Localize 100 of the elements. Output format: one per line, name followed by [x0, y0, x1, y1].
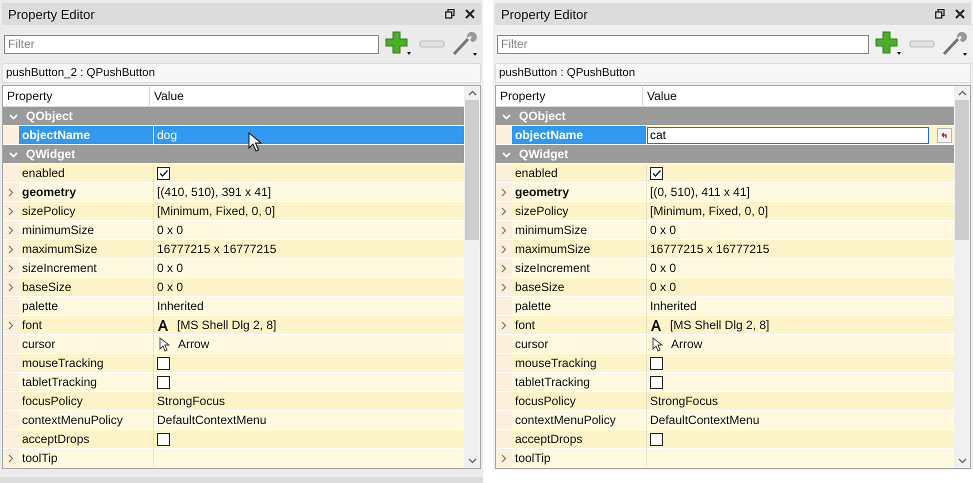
property-row[interactable]: focusPolicy StrongFocus: [3, 392, 464, 411]
property-name[interactable]: sizeIncrement: [512, 259, 647, 277]
property-name[interactable]: font: [19, 316, 154, 334]
chevron-icon[interactable]: [502, 112, 511, 120]
property-row[interactable]: contextMenuPolicy DefaultContextMenu: [496, 411, 954, 430]
property-name[interactable]: sizePolicy: [512, 202, 647, 220]
property-row[interactable]: geometry [(0, 510), 411 x 41]: [496, 183, 954, 202]
scroll-up-icon[interactable]: [958, 90, 966, 96]
column-header[interactable]: Value: [643, 86, 677, 106]
scroll-down-icon[interactable]: [958, 458, 966, 464]
property-name[interactable]: mouseTracking: [512, 354, 647, 372]
property-row[interactable]: cursor Arrow: [496, 335, 954, 354]
wrench-icon[interactable]: [941, 30, 969, 58]
property-row[interactable]: contextMenuPolicy DefaultContextMenu: [3, 411, 464, 430]
property-name[interactable]: acceptDrops: [512, 430, 647, 448]
property-name[interactable]: geometry: [19, 183, 154, 201]
property-name[interactable]: cursor: [512, 335, 647, 353]
property-row[interactable]: maximumSize 16777215 x 16777215: [3, 240, 464, 259]
close-icon[interactable]: [955, 9, 965, 19]
checkbox[interactable]: [650, 376, 663, 388]
property-name[interactable]: minimumSize: [19, 221, 154, 239]
property-row[interactable]: sizePolicy [Minimum, Fixed, 0, 0]: [496, 202, 954, 221]
property-row[interactable]: sizeIncrement 0 x 0: [3, 259, 464, 278]
chevron-icon[interactable]: [9, 112, 18, 120]
property-name[interactable]: acceptDrops: [19, 430, 154, 448]
checkbox[interactable]: [157, 166, 170, 180]
add-icon[interactable]: [385, 31, 413, 57]
property-row[interactable]: enabled: [3, 164, 464, 183]
property-row[interactable]: toolTip: [496, 449, 954, 468]
property-name[interactable]: tabletTracking: [512, 373, 647, 391]
property-row[interactable]: acceptDrops: [3, 430, 464, 449]
column-header[interactable]: Property: [3, 86, 150, 106]
property-row[interactable]: sizeIncrement 0 x 0: [496, 259, 954, 278]
property-name[interactable]: maximumSize: [512, 240, 647, 258]
reset-button[interactable]: [937, 128, 952, 142]
property-row[interactable]: font [MS Shell Dlg 2, 8]: [3, 316, 464, 335]
scrollbar-thumb[interactable]: [955, 100, 969, 240]
property-name[interactable]: geometry: [512, 183, 647, 201]
property-row[interactable]: mouseTracking: [3, 354, 464, 373]
property-name[interactable]: font: [512, 316, 647, 334]
property-name[interactable]: baseSize: [19, 278, 154, 296]
chevron-icon[interactable]: [9, 150, 18, 158]
property-row[interactable]: palette Inherited: [496, 297, 954, 316]
property-name[interactable]: contextMenuPolicy: [512, 411, 647, 429]
filter-field[interactable]: Filter: [497, 34, 869, 54]
property-row[interactable]: minimumSize 0 x 0: [496, 221, 954, 240]
checkbox[interactable]: [650, 432, 663, 446]
checkbox[interactable]: [157, 356, 170, 370]
property-row[interactable]: baseSize 0 x 0: [496, 278, 954, 297]
scroll-up-icon[interactable]: [468, 90, 476, 96]
property-row[interactable]: cursor Arrow: [3, 335, 464, 354]
property-name[interactable]: focusPolicy: [512, 392, 647, 410]
property-name[interactable]: baseSize: [512, 278, 647, 296]
float-icon[interactable]: [935, 9, 945, 19]
property-name[interactable]: contextMenuPolicy: [19, 411, 154, 429]
checkbox[interactable]: [157, 376, 170, 388]
property-name[interactable]: mouseTracking: [19, 354, 154, 372]
float-icon[interactable]: [445, 9, 455, 19]
property-name[interactable]: enabled: [512, 164, 647, 182]
property-name[interactable]: toolTip: [19, 449, 154, 467]
property-row[interactable]: objectName cat: [496, 126, 954, 145]
property-row[interactable]: font [MS Shell Dlg 2, 8]: [496, 316, 954, 335]
filter-field[interactable]: Filter: [4, 34, 379, 54]
property-name[interactable]: focusPolicy: [19, 392, 154, 410]
property-row[interactable]: minimumSize 0 x 0: [3, 221, 464, 240]
property-name[interactable]: toolTip: [512, 449, 647, 467]
scrollbar[interactable]: [954, 86, 970, 468]
property-row[interactable]: enabled: [496, 164, 954, 183]
property-row[interactable]: toolTip: [3, 449, 464, 468]
chevron-icon[interactable]: [502, 150, 511, 158]
close-icon[interactable]: [465, 9, 475, 19]
add-icon[interactable]: [875, 31, 903, 57]
property-name[interactable]: tabletTracking: [19, 373, 154, 391]
property-name[interactable]: cursor: [19, 335, 154, 353]
property-name[interactable]: palette: [512, 297, 647, 315]
property-row[interactable]: geometry [(410, 510), 391 x 41]: [3, 183, 464, 202]
property-row[interactable]: tabletTracking: [3, 373, 464, 392]
wrench-icon[interactable]: [451, 30, 479, 58]
property-row[interactable]: focusPolicy StrongFocus: [496, 392, 954, 411]
property-name[interactable]: sizeIncrement: [19, 259, 154, 277]
checkbox[interactable]: [650, 166, 663, 180]
column-header[interactable]: Value: [150, 86, 184, 106]
checkbox[interactable]: [650, 356, 663, 370]
property-name[interactable]: maximumSize: [19, 240, 154, 258]
property-row[interactable]: mouseTracking: [496, 354, 954, 373]
column-header[interactable]: Property: [496, 86, 643, 106]
scroll-down-icon[interactable]: [468, 458, 476, 464]
scrollbar-thumb[interactable]: [465, 100, 479, 240]
property-row[interactable]: baseSize 0 x 0: [3, 278, 464, 297]
property-name[interactable]: sizePolicy: [19, 202, 154, 220]
value-editor[interactable]: cat: [647, 126, 929, 144]
property-name[interactable]: minimumSize: [512, 221, 647, 239]
property-row[interactable]: maximumSize 16777215 x 16777215: [496, 240, 954, 259]
checkbox[interactable]: [157, 432, 170, 446]
scrollbar[interactable]: [464, 86, 480, 468]
property-row[interactable]: acceptDrops: [496, 430, 954, 449]
property-row[interactable]: sizePolicy [Minimum, Fixed, 0, 0]: [3, 202, 464, 221]
property-row[interactable]: palette Inherited: [3, 297, 464, 316]
property-name[interactable]: enabled: [19, 164, 154, 182]
property-row[interactable]: tabletTracking: [496, 373, 954, 392]
